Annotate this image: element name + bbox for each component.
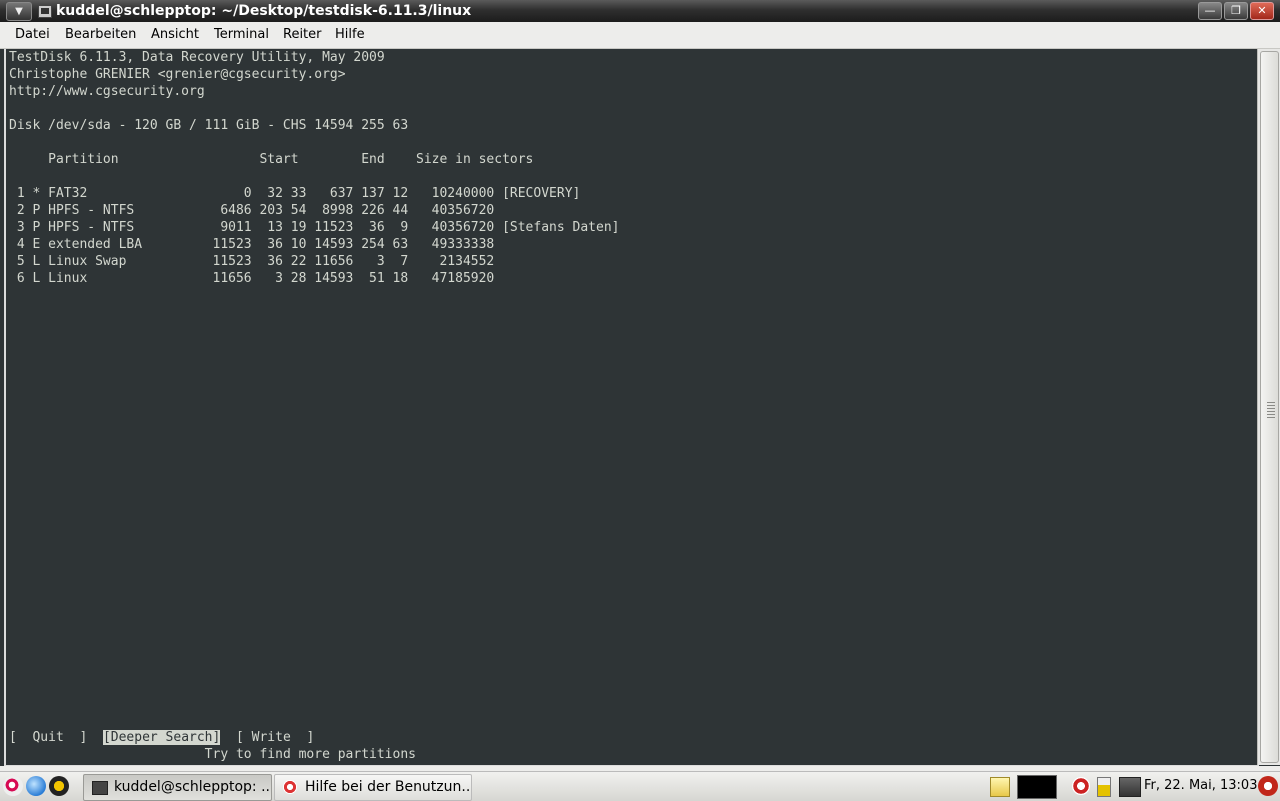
task-help[interactable]: Hilfe bei der Benutzun... [274,774,472,801]
menu-datei[interactable]: Datei [15,27,50,43]
task-label: Hilfe bei der Benutzun... [305,779,472,795]
battery-icon[interactable] [1097,777,1111,797]
window-title: kuddel@schlepptop: ~/Desktop/testdisk-6.… [56,3,472,19]
notes-icon[interactable] [990,777,1010,797]
partition-row: 4 E extended LBA 11523 36 10 14593 254 6… [9,237,495,252]
menu-hilfe[interactable]: Hilfe [335,27,365,43]
task-terminal[interactable]: kuddel@schlepptop: ... [83,774,272,801]
lifebuoy-icon [283,780,297,794]
action-bar: [ Quit ] [Deeper Search] [ Write ] [9,729,314,746]
partition-row: 5 L Linux Swap 11523 36 22 11656 3 7 213… [9,254,495,269]
action-hint: Try to find more partitions [9,746,416,763]
scrollbar[interactable] [1257,49,1280,765]
task-label: kuddel@schlepptop: ... [114,779,272,795]
deeper-search-action[interactable]: [Deeper Search] [102,730,221,745]
menu-bearbeiten[interactable]: Bearbeiten [65,27,136,43]
browser-icon[interactable] [26,776,46,796]
action-hint-text: Try to find more partitions [204,747,416,762]
write-action[interactable]: [ Write ] [236,730,314,745]
scrollbar-thumb[interactable] [1260,51,1279,763]
window-menu-button[interactable]: ▼ [6,2,32,21]
grip-icon [1267,402,1275,418]
partition-row: 2 P HPFS - NTFS 6486 203 54 8998 226 44 … [9,203,495,218]
close-button[interactable]: ✕ [1250,2,1274,20]
debian-swirl-icon[interactable] [3,776,23,796]
header-line: http://www.cgsecurity.org [9,84,205,99]
menu-bar: Datei Bearbeiten Ansicht Terminal Reiter… [0,22,1280,49]
menu-reiter[interactable]: Reiter [283,27,322,43]
window-titlebar[interactable]: ▼ kuddel@schlepptop: ~/Desktop/testdisk-… [0,0,1280,23]
menu-terminal[interactable]: Terminal [214,27,269,43]
maximize-button[interactable]: ❐ [1224,2,1248,20]
menu-ansicht[interactable]: Ansicht [151,27,199,43]
quit-action[interactable]: [ Quit ] [9,730,87,745]
power-icon[interactable] [1258,776,1278,796]
minimize-icon: — [1204,4,1216,17]
header-line: Christophe GRENIER <grenier@cgsecurity.o… [9,67,346,82]
terminal-area[interactable]: TestDisk 6.11.3, Data Recovery Utility, … [4,49,1259,767]
lifebuoy-icon[interactable] [1072,777,1090,795]
partition-table-header: Partition Start End Size in sectors [9,152,534,167]
terminal-icon [92,781,108,795]
partition-row: 3 P HPFS - NTFS 9011 13 19 11523 36 9 40… [9,220,620,235]
partition-row: 6 L Linux 11656 3 28 14593 51 18 4718592… [9,271,495,286]
maximize-icon: ❐ [1231,4,1241,17]
terminal-icon [38,5,52,18]
terminal-monitor-icon[interactable] [1017,775,1057,799]
header-line: TestDisk 6.11.3, Data Recovery Utility, … [9,50,385,65]
chevron-down-icon: ▼ [15,6,23,17]
disk-info: Disk /dev/sda - 120 GB / 111 GiB - CHS 1… [9,118,409,133]
taskbar: kuddel@schlepptop: ... Hilfe bei der Ben… [0,771,1280,801]
close-icon: ✕ [1257,4,1267,17]
system-monitor-icon[interactable] [49,776,69,796]
clock[interactable]: Fr, 22. Mai, 13:03 [1144,777,1257,795]
network-icon[interactable] [1119,777,1141,797]
minimize-button[interactable]: — [1198,2,1222,20]
partition-row: 1 * FAT32 0 32 33 637 137 12 10240000 [R… [9,186,581,201]
